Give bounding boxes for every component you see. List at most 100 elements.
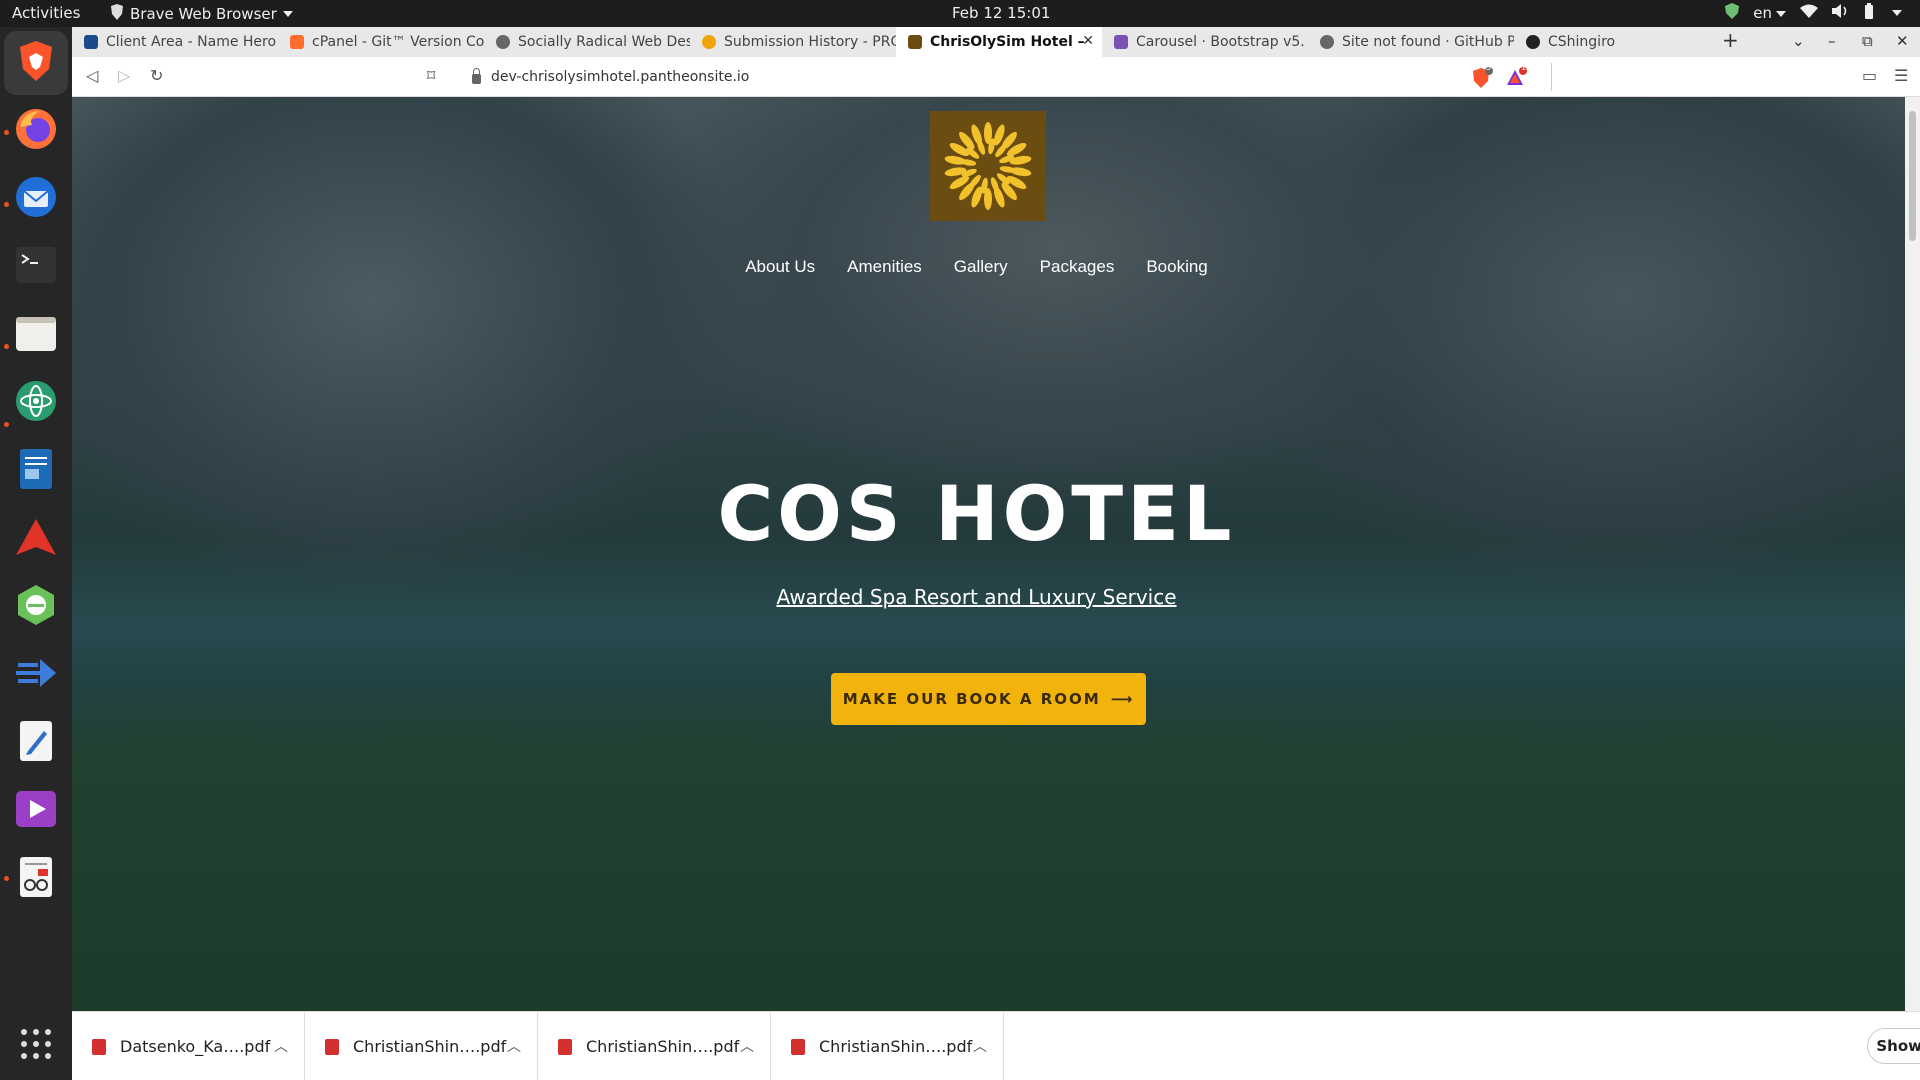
close-window-icon[interactable]: ✕ — [1896, 32, 1909, 50]
download-filename: ChristianShin….pdf — [353, 1037, 507, 1056]
book-room-button[interactable]: MAKE OUR BOOK A ROOM ⟶ — [831, 673, 1146, 725]
back-icon[interactable]: ◁ — [86, 66, 98, 85]
tab-label: cPanel - Git™ Version Co — [312, 34, 484, 50]
tab-cpanel[interactable]: cPanel - Git™ Version Co — [278, 27, 484, 57]
screen-reader-icon[interactable] — [12, 853, 60, 901]
app-menu[interactable]: Brave Web Browser — [110, 4, 293, 24]
app-a-icon[interactable] — [12, 513, 60, 561]
tab-client-area[interactable]: Client Area - Name Hero — [72, 27, 278, 57]
tab-label: Client Area - Name Hero — [106, 34, 277, 50]
download-filename: ChristianShin….pdf — [586, 1037, 740, 1056]
brave-rewards-count: 1 — [1521, 63, 1527, 72]
grid-dot — [45, 1041, 51, 1047]
name-hero-favicon-icon — [84, 35, 98, 49]
terminal-icon[interactable] — [12, 241, 60, 289]
brave-shields-count: 5 — [1486, 63, 1492, 72]
wallet-icon[interactable]: ▭ — [1862, 66, 1877, 85]
lock-icon — [472, 68, 481, 84]
grid-dot — [33, 1029, 39, 1035]
system-top-bar: Activities Brave Web Browser Feb 12 15:0… — [0, 0, 1920, 27]
tab-submission-history[interactable]: Submission History - PRO — [690, 27, 896, 57]
tab-label: Carousel · Bootstrap v5. — [1136, 34, 1305, 50]
menu-icon[interactable]: ☰ — [1894, 66, 1908, 85]
chevron-up-icon[interactable]: ︿ — [274, 1036, 288, 1056]
app-menu-label: Brave Web Browser — [130, 5, 277, 23]
pro-favicon-icon — [702, 35, 716, 49]
show-applications-icon[interactable] — [21, 1029, 51, 1059]
chevron-up-icon[interactable]: ︿ — [973, 1036, 987, 1056]
hero-title: COS HOTEL — [717, 469, 1236, 558]
forward-icon[interactable]: ▷ — [118, 66, 130, 85]
running-indicator — [4, 876, 9, 881]
document-viewer-icon[interactable] — [12, 445, 60, 493]
app-arrow-icon[interactable] — [12, 649, 60, 697]
tab-label: Site not found · GitHub P — [1342, 34, 1514, 50]
github-icon — [1526, 35, 1540, 49]
download-item[interactable]: ChristianShin….pdf ︿ — [771, 1012, 1004, 1080]
language-label: en — [1753, 4, 1772, 22]
close-tab-icon[interactable]: ✕ — [1082, 33, 1094, 49]
tab-label: Socially Radical Web Des — [518, 34, 690, 50]
reload-icon[interactable]: ↻ — [150, 66, 163, 85]
download-item[interactable]: ChristianShin….pdf ︿ — [538, 1012, 771, 1080]
scrollbar-thumb[interactable] — [1909, 111, 1916, 241]
running-indicator — [4, 422, 9, 427]
new-tab-button[interactable]: + — [1722, 28, 1739, 52]
grid-dot — [21, 1041, 27, 1047]
tab-search-icon[interactable]: ⌄ — [1792, 32, 1805, 50]
download-item[interactable]: Datsenko_Ka….pdf ︿ — [72, 1012, 305, 1080]
app-e-icon[interactable] — [12, 581, 60, 629]
site-navigation: About Us Amenities Gallery Packages Book… — [72, 257, 1905, 277]
system-tray[interactable]: en — [1725, 3, 1902, 23]
files-icon[interactable] — [12, 309, 60, 357]
nav-about-us[interactable]: About Us — [745, 257, 815, 277]
grid-dot — [21, 1029, 27, 1035]
book-room-label: MAKE OUR BOOK A ROOM — [842, 690, 1101, 708]
running-indicator — [4, 344, 9, 349]
tab-label: ChrisOlySim Hotel – — [930, 34, 1085, 50]
brave-lion-icon — [110, 4, 124, 24]
grid-dot — [33, 1041, 39, 1047]
power-menu-icon — [1892, 10, 1902, 16]
browser-toolbar: ◁ ▷ ↻ ⌑ dev-chrisolysimhotel.pantheonsit… — [72, 57, 1920, 97]
nav-booking[interactable]: Booking — [1146, 257, 1207, 277]
chevron-up-icon[interactable]: ︿ — [507, 1036, 521, 1056]
nav-amenities[interactable]: Amenities — [847, 257, 922, 277]
download-item[interactable]: ChristianShin….pdf ︿ — [305, 1012, 538, 1080]
tab-chrisolysim-hotel[interactable]: ChrisOlySim Hotel – ✕ — [896, 27, 1102, 57]
tab-github-site-not-found[interactable]: Site not found · GitHub P — [1308, 27, 1514, 57]
page-scrollbar[interactable] — [1905, 97, 1920, 1011]
tab-cshingiro[interactable]: CShingiro — [1514, 27, 1720, 57]
text-editor-icon[interactable] — [12, 717, 60, 765]
pdf-file-icon — [558, 1038, 572, 1055]
restore-icon[interactable]: ⧉ — [1862, 32, 1873, 50]
tab-bootstrap-carousel[interactable]: Carousel · Bootstrap v5. — [1102, 27, 1308, 57]
grid-dot — [45, 1029, 51, 1035]
language-indicator[interactable]: en — [1753, 4, 1786, 22]
activities-button[interactable]: Activities — [12, 4, 80, 22]
clock[interactable]: Feb 12 15:01 — [952, 4, 1050, 22]
brave-icon[interactable] — [12, 37, 60, 85]
firefox-icon[interactable] — [12, 105, 60, 153]
address-bar[interactable]: dev-chrisolysimhotel.pantheonsite.io — [462, 63, 1552, 91]
running-indicator — [4, 130, 9, 135]
bookmark-icon[interactable]: ⌑ — [427, 66, 435, 85]
chevron-down-icon — [282, 11, 293, 17]
nav-packages[interactable]: Packages — [1040, 257, 1115, 277]
volume-icon — [1832, 4, 1850, 22]
tab-socially-radical[interactable]: Socially Radical Web Des — [484, 27, 690, 57]
pdf-file-icon — [325, 1038, 339, 1055]
dock — [0, 27, 72, 1080]
minimize-icon[interactable]: – — [1828, 32, 1836, 50]
nav-gallery[interactable]: Gallery — [954, 257, 1008, 277]
wifi-icon — [1800, 4, 1818, 22]
chevron-down-icon — [1776, 10, 1786, 17]
show-all-downloads-button[interactable]: Show all — [1867, 1028, 1920, 1064]
hero-subtitle-link[interactable]: Awarded Spa Resort and Luxury Service — [72, 585, 1905, 609]
shield-icon — [1725, 3, 1740, 23]
hotel-logo[interactable] — [930, 111, 1046, 221]
thunderbird-icon[interactable] — [12, 173, 60, 221]
video-player-icon[interactable] — [12, 785, 60, 833]
atom-icon[interactable] — [12, 377, 60, 425]
chevron-up-icon[interactable]: ︿ — [740, 1036, 754, 1056]
